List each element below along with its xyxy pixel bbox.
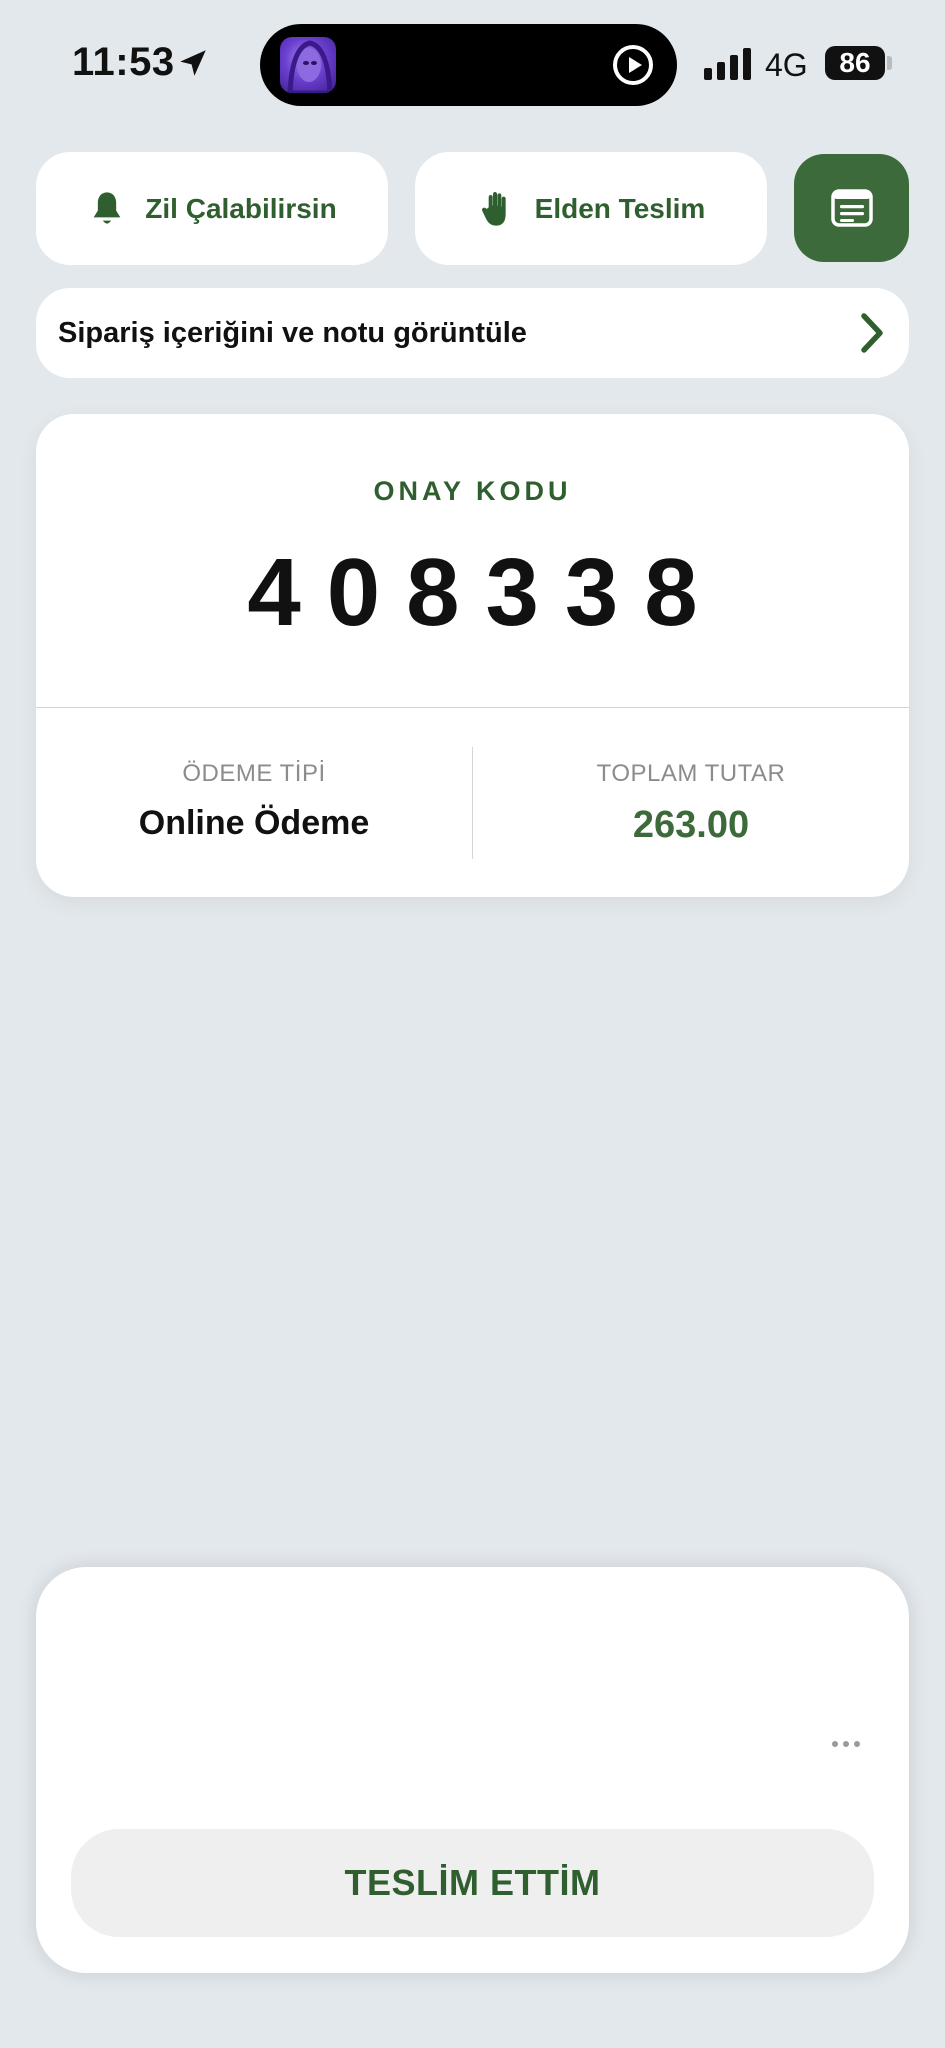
chevron-right-icon	[861, 313, 883, 353]
delivery-sheet: TESLİM ETTİM	[36, 1567, 909, 1973]
screen: 11:53 4G 86 Zil Çalabilirsin Elden Tesli…	[0, 0, 945, 2048]
hand-icon	[481, 191, 506, 226]
payment-type-value: Online Ödeme	[138, 804, 370, 842]
album-art-thumbnail	[280, 37, 336, 93]
view-order-content-row[interactable]: Sipariş içeriğini ve notu görüntüle	[36, 288, 909, 378]
approval-code-label: ONAY KODU	[373, 476, 572, 506]
ring-bell-button[interactable]: Zil Çalabilirsin	[36, 152, 388, 265]
delivered-button-label: TESLİM ETTİM	[344, 1862, 601, 1903]
location-arrow-icon	[180, 50, 206, 76]
battery-icon: 86	[825, 46, 885, 80]
total-amount-column: TOPLAM TUTAR 263.00	[473, 760, 909, 847]
network-type: 4G	[765, 47, 808, 83]
ellipsis-icon[interactable]	[831, 1739, 861, 1749]
approval-code-value: 408338	[247, 539, 724, 646]
album-art-image	[287, 40, 333, 93]
note-icon	[830, 189, 873, 227]
bell-icon	[93, 191, 121, 224]
delivered-button[interactable]: TESLİM ETTİM	[71, 1829, 874, 1937]
dynamic-island[interactable]	[260, 24, 677, 106]
battery-cap	[887, 56, 892, 70]
card-divider	[36, 707, 909, 708]
order-note-button[interactable]	[794, 154, 909, 262]
total-amount-value: 263.00	[632, 804, 750, 846]
view-order-label: Sipariş içeriğini ve notu görüntüle	[58, 316, 527, 349]
payment-type-column: ÖDEME TİPİ Online Ödeme	[36, 760, 472, 843]
total-amount-label: TOPLAM TUTAR	[596, 760, 786, 787]
ring-bell-label: Zil Çalabilirsin	[145, 192, 337, 224]
signal-bars-icon	[704, 48, 751, 80]
status-bar: 11:53 4G 86	[0, 0, 945, 130]
approval-code-card: ONAY KODU 408338 ÖDEME TİPİ Online Ödeme…	[36, 414, 909, 897]
play-circle-icon[interactable]	[611, 43, 655, 87]
status-time: 11:53	[72, 40, 175, 84]
hand-delivery-label: Elden Teslim	[534, 192, 706, 224]
hand-delivery-button[interactable]: Elden Teslim	[415, 152, 767, 265]
payment-type-label: ÖDEME TİPİ	[182, 760, 326, 787]
